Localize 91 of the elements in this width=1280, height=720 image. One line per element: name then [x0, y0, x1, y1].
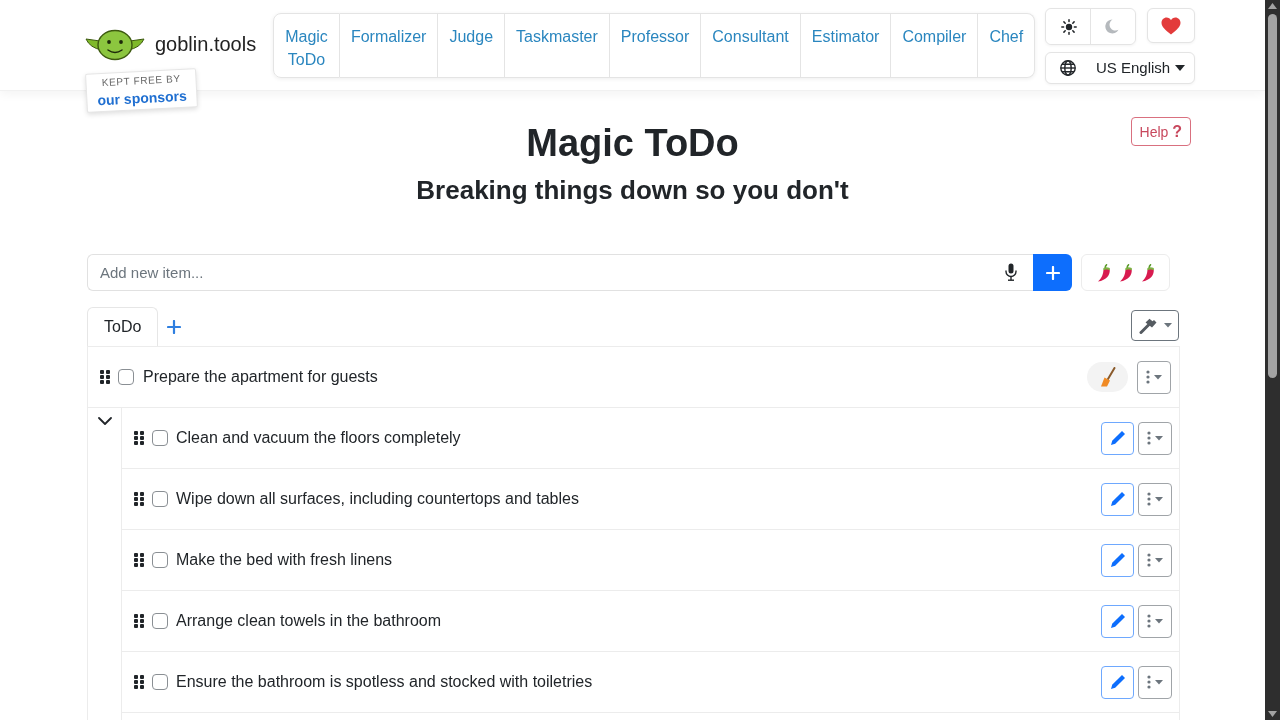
- scrollbar-thumb[interactable]: [1268, 14, 1277, 378]
- edit-button[interactable]: [1101, 665, 1134, 699]
- nav-link[interactable]: Magic ToDo: [273, 13, 340, 78]
- more-options-button[interactable]: [1138, 665, 1172, 699]
- vertical-dots-icon: [1147, 614, 1151, 628]
- goblin-head-icon[interactable]: [85, 27, 145, 61]
- tools-dropdown-button[interactable]: [1131, 310, 1179, 341]
- nav-link[interactable]: Estimator: [800, 13, 892, 78]
- pencil-icon: [1109, 430, 1126, 446]
- checkbox[interactable]: [152, 491, 168, 507]
- drag-handle-icon[interactable]: [134, 675, 144, 689]
- plus-icon: [167, 319, 182, 334]
- support-button[interactable]: [1147, 8, 1195, 43]
- add-item-button[interactable]: [1033, 254, 1072, 291]
- list-tab[interactable]: ToDo: [87, 307, 159, 346]
- caret-icon: [1155, 557, 1163, 563]
- task-text: Make the bed with fresh linens: [176, 550, 393, 570]
- vertical-dots-icon: [1147, 675, 1151, 689]
- edit-button[interactable]: [1101, 604, 1134, 638]
- site-name[interactable]: goblin.tools: [155, 32, 257, 56]
- chili-pepper-icon: [1140, 263, 1155, 282]
- add-tab-button[interactable]: [167, 319, 182, 334]
- drag-handle-icon[interactable]: [134, 492, 144, 506]
- scrollbar[interactable]: [1265, 0, 1280, 720]
- caret-icon: [1155, 618, 1163, 624]
- caret-icon: [1163, 323, 1172, 328]
- more-options-button[interactable]: [1138, 543, 1172, 577]
- drag-handle-icon[interactable]: [134, 553, 144, 567]
- drag-handle-icon[interactable]: [134, 614, 144, 628]
- vertical-dots-icon: [1147, 492, 1151, 506]
- vertical-dots-icon: [1147, 431, 1151, 445]
- drag-handle-icon[interactable]: [134, 431, 144, 445]
- checkbox[interactable]: [152, 674, 168, 690]
- down-arrow-icon[interactable]: [1268, 711, 1277, 717]
- edit-button[interactable]: [1101, 543, 1134, 577]
- checkbox[interactable]: [152, 552, 168, 568]
- page-title: Magic ToDo: [525, 121, 740, 166]
- nav-link[interactable]: Taskmaster: [505, 13, 610, 78]
- task-text: Ensure the bathroom is spotless and stocked with toiletries: [176, 672, 593, 692]
- chevron-down-icon[interactable]: [97, 417, 112, 426]
- nav-link[interactable]: Compiler: [891, 13, 979, 78]
- nav-link[interactable]: Consultant: [701, 13, 801, 78]
- vertical-dots-icon: [1146, 370, 1150, 384]
- up-arrow-icon[interactable]: [1268, 3, 1277, 9]
- more-options-button[interactable]: [1138, 604, 1172, 638]
- broom-button[interactable]: [1087, 362, 1128, 392]
- caret-icon: [1175, 65, 1185, 71]
- caret-icon: [1155, 435, 1163, 441]
- page-subtitle: Breaking things down so you don't: [416, 174, 849, 206]
- drag-handle-icon[interactable]: [100, 370, 110, 384]
- heart-icon: [1161, 16, 1181, 35]
- plus-icon: [1045, 265, 1060, 280]
- task-text: Arrange clean towels in the bathroom: [176, 611, 442, 631]
- nav-link[interactable]: Professor: [609, 13, 702, 78]
- moon-icon: [1105, 18, 1121, 35]
- language-select[interactable]: US English: [1045, 52, 1195, 84]
- checkbox[interactable]: [152, 613, 168, 629]
- caret-icon: [1154, 374, 1162, 380]
- chili-pepper-icon: [1118, 263, 1133, 282]
- edit-button[interactable]: [1101, 482, 1134, 516]
- pencil-icon: [1109, 613, 1126, 629]
- checkbox[interactable]: [152, 430, 168, 446]
- help-button[interactable]: Help ?: [1130, 117, 1191, 146]
- checkbox[interactable]: [118, 369, 134, 385]
- new-item-field[interactable]: Add new item...: [87, 254, 1034, 291]
- nav-link[interactable]: Chef: [978, 13, 1036, 78]
- more-options-button[interactable]: [1138, 482, 1172, 516]
- microphone-icon[interactable]: [1005, 263, 1017, 281]
- more-options-button[interactable]: [1137, 360, 1171, 394]
- light-mode-button[interactable]: [1046, 9, 1091, 44]
- sponsor-tagline: KEPT FREE BY: [101, 72, 181, 89]
- nav-link[interactable]: Formalizer: [339, 13, 439, 78]
- sponsors-link[interactable]: our sponsors: [97, 88, 188, 109]
- caret-icon: [1155, 496, 1163, 502]
- caret-icon: [1155, 679, 1163, 685]
- vertical-dots-icon: [1147, 553, 1151, 567]
- chili-pepper-icon: [1096, 263, 1111, 282]
- task-text: Wipe down all surfaces, including countertops and tables: [176, 489, 579, 509]
- task-text: Prepare the apartment for guests: [143, 367, 378, 387]
- sun-icon: [1060, 18, 1077, 35]
- more-options-button[interactable]: [1138, 421, 1172, 455]
- edit-button[interactable]: [1101, 421, 1134, 455]
- globe-icon: [1060, 60, 1076, 76]
- spiciness-button[interactable]: [1081, 254, 1170, 291]
- task-text: Clean and vacuum the floors completely: [176, 428, 461, 448]
- broom-icon: [1099, 367, 1116, 387]
- hammer-icon: [1138, 317, 1157, 334]
- nav-link[interactable]: Judge: [438, 13, 506, 78]
- pencil-icon: [1109, 552, 1126, 568]
- pencil-icon: [1109, 674, 1126, 690]
- pencil-icon: [1109, 491, 1126, 507]
